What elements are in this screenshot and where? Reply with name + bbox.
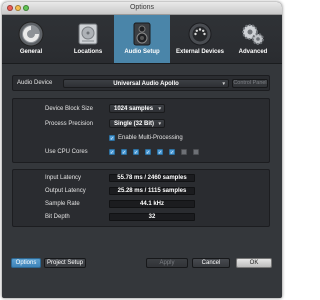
- output-latency-value: 25.28 ms / 1115 samples: [109, 187, 195, 195]
- device-settings-panel: Device Block Size 1024 samples ▾ Process…: [12, 98, 270, 163]
- apply-button[interactable]: Apply: [146, 258, 188, 268]
- audio-device-panel: Audio Device Universal Audio Apollo ▾ Co…: [12, 75, 270, 91]
- process-precision-label: Process Precision: [45, 121, 94, 127]
- window-title: Options: [129, 4, 155, 11]
- multi-processing-checkbox[interactable]: ✓: [109, 135, 115, 142]
- control-panel-button[interactable]: Control Panel: [232, 79, 268, 88]
- process-precision-select[interactable]: Single (32 Bit) ▾: [109, 119, 165, 128]
- device-block-size-select[interactable]: 1024 samples ▾: [109, 104, 165, 113]
- audio-device-value: Universal Audio Apollo: [113, 81, 179, 87]
- tab-label: General: [19, 49, 43, 55]
- cpu-core-checkbox[interactable]: [193, 149, 199, 155]
- process-precision-value: Single (32 Bit): [114, 121, 155, 127]
- sample-rate-value: 44.1 kHz: [109, 200, 195, 208]
- output-latency-label: Output Latency: [45, 188, 86, 194]
- tab-label: Advanced: [238, 49, 268, 55]
- tab-audio-setup[interactable]: Audio Setup: [114, 15, 170, 63]
- bit-depth-value: 32: [109, 213, 195, 221]
- tab-label: Locations: [73, 49, 103, 55]
- bit-depth-label: Bit Depth: [45, 214, 70, 220]
- hard-drive-icon: [78, 23, 98, 45]
- title-bar: Options: [2, 2, 282, 15]
- ok-button[interactable]: OK: [236, 258, 272, 268]
- audio-device-select[interactable]: Universal Audio Apollo ▾: [63, 79, 229, 88]
- cpu-core-checkbox[interactable]: ✓: [121, 149, 127, 156]
- tab-external-devices[interactable]: External Devices: [172, 15, 228, 63]
- cpu-core-checkbox[interactable]: ✓: [145, 149, 151, 156]
- device-block-size-label: Device Block Size: [45, 106, 94, 112]
- speaker-icon: [133, 22, 151, 46]
- midi-connector-icon: [188, 22, 212, 46]
- device-block-size-value: 1024 samples: [114, 106, 154, 112]
- cpu-core-checkbox[interactable]: ✓: [133, 149, 139, 156]
- cpu-core-checkbox[interactable]: ✓: [169, 149, 175, 156]
- tab-label: Audio Setup: [124, 49, 160, 55]
- tab-general[interactable]: General: [6, 15, 56, 63]
- input-latency-label: Input Latency: [45, 175, 82, 181]
- cancel-button[interactable]: Cancel: [192, 258, 230, 268]
- tab-locations[interactable]: Locations: [62, 15, 114, 63]
- cpu-cores-label: Use CPU Cores: [45, 149, 88, 155]
- chevron-down-icon: ▾: [222, 81, 225, 87]
- input-latency-value: 55.78 ms / 2460 samples: [109, 174, 195, 182]
- cpu-core-checkbox[interactable]: [181, 149, 187, 155]
- tab-advanced[interactable]: Advanced: [228, 15, 278, 63]
- tab-label: External Devices: [175, 49, 225, 55]
- sample-rate-label: Sample Rate: [45, 201, 80, 207]
- cpu-core-checkbox[interactable]: ✓: [109, 149, 115, 156]
- cogs-icon: [242, 24, 264, 45]
- gear-icon: [18, 21, 44, 47]
- options-button[interactable]: Options: [11, 258, 41, 268]
- audio-device-label: Audio Device: [17, 80, 53, 86]
- latency-info-panel: Input Latency 55.78 ms / 2460 samples Ou…: [12, 169, 270, 227]
- multi-processing-label: Enable Multi-Processing: [118, 135, 183, 141]
- options-toolbar: General Locations Audio Setup External D…: [2, 15, 282, 64]
- cpu-core-checkbox[interactable]: ✓: [157, 149, 163, 156]
- chevron-down-icon: ▾: [158, 121, 161, 127]
- chevron-down-icon: ▾: [158, 106, 161, 112]
- options-window: Options General Locations Audio Setup Ex…: [2, 2, 282, 298]
- project-setup-button[interactable]: Project Setup: [44, 258, 86, 268]
